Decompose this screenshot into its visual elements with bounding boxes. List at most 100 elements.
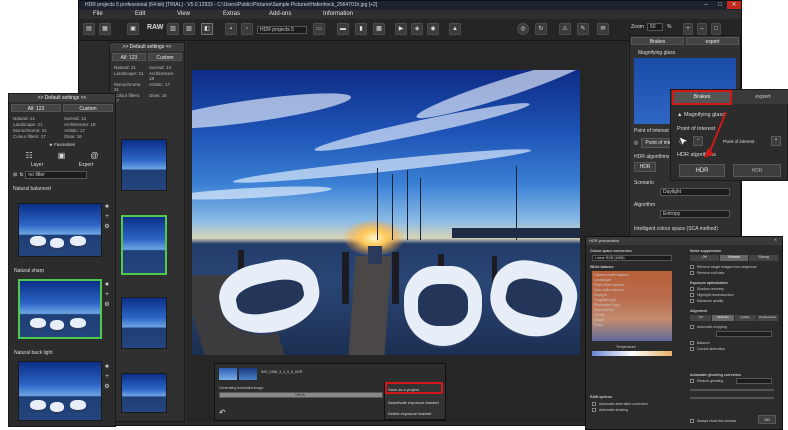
align-tab-off[interactable]: Off [690,315,712,321]
inner-preset-thumb-1[interactable] [121,139,167,191]
ctx-deactivate-bracket[interactable]: Deactivate exposure bracket [388,400,439,405]
open-images-icon[interactable]: ▦ [99,23,111,35]
zoom-out-icon[interactable]: – [697,23,707,35]
cat-colour-filters[interactable]: Colour filters: 17 [13,134,60,139]
cat-natural[interactable]: Natural: 21 [13,116,60,121]
preset-add-icon[interactable]: + [104,214,110,220]
slideshow-icon[interactable]: ▬ [337,23,349,35]
preset-settings-icon[interactable]: ⚙ [104,302,110,308]
raw-check-1[interactable] [592,402,596,406]
ghosting-dropdown[interactable] [736,378,772,384]
single-image-icon[interactable]: ▧ [183,23,195,35]
undo-icon[interactable]: ↶ [219,408,226,417]
inner-cat-glow[interactable]: Glow: 16 [149,93,180,103]
tab-custom[interactable]: Custom [63,104,113,112]
at-icon[interactable]: @ [90,151,98,160]
cat-glow[interactable]: Glow: 16 [64,134,111,139]
favourite-star-icon[interactable]: ★ [104,204,110,210]
check-remove-single[interactable] [690,265,694,269]
menu-edit[interactable]: Edit [135,11,145,17]
inner-preset-thumb-2[interactable] [121,215,167,275]
menu-view[interactable]: View [177,11,190,17]
web-icon[interactable]: ◉ [427,23,439,35]
inner-cat-landscape[interactable]: Landscape: 21 [114,71,145,81]
inner-tab-brakes[interactable]: Brakes [631,37,684,45]
zoom-input[interactable]: 50 [647,23,663,31]
inner-cat-natural[interactable]: Natural: 21 [114,65,145,70]
menu-extras[interactable]: Extras [223,11,240,17]
menu-file[interactable]: File [93,11,103,17]
film-icon[interactable]: ▮ [355,23,367,35]
target-icon[interactable]: ◎ [517,23,529,35]
tab-all[interactable]: All: 123 [11,104,61,112]
preset-add-icon[interactable]: + [104,292,110,298]
colour-space-dropdown[interactable]: Linear RGB (16Bit) [592,255,672,261]
callout-tab-expert[interactable]: expert [741,92,785,103]
raw-check-2[interactable] [592,408,596,412]
cat-landscape[interactable]: Landscape: 21 [13,122,60,127]
inner-cat-architecture[interactable]: Architecture: 18 [149,71,180,81]
wb-item[interactable]: Auto white balance [594,288,624,292]
ghosting-slider[interactable] [690,389,774,391]
check-max-quality[interactable] [690,299,694,303]
inner-tab-custom[interactable]: Custom [148,53,182,61]
align-tab-quality[interactable]: Quality [734,315,756,321]
noise-tab-normal[interactable]: Normal [719,255,749,261]
tools-icon[interactable]: ✎ [577,23,589,35]
expert-button[interactable]: Expert [79,162,93,168]
favourites-label[interactable]: ★ Favourites [9,141,115,149]
align-tab-optimize[interactable]: Optimize [712,315,734,321]
inner-cat-artistic[interactable]: Artistic: 17 [149,82,180,92]
alignment-dropdown[interactable] [716,331,772,337]
raw-button[interactable]: RAW [147,24,163,31]
inner-algorithm-dropdown[interactable]: Entropy [660,210,730,218]
temperature-slider[interactable] [592,351,672,356]
layers-icon[interactable]: ☷ [26,151,33,160]
inner-hdr-algo-1[interactable]: HDR [634,162,656,172]
callout-poi-edit-icon[interactable]: ▪ [771,136,781,146]
wb-item[interactable]: Auto bracket [594,308,614,312]
callout-hdr-algo-1[interactable]: HDR [679,164,725,177]
bracket-thumb[interactable] [219,368,237,380]
wb-item[interactable]: Camera white balance [594,273,629,277]
align-tab-pro[interactable]: Professional [756,315,778,321]
share-icon[interactable]: ◈ [411,23,423,35]
wb-item[interactable]: Landscape [594,278,611,282]
menu-information[interactable]: Information [323,11,353,17]
batch-icon[interactable]: ▥ [167,23,179,35]
grid-icon[interactable]: ▩ [373,23,385,35]
ctx-delete-bracket[interactable]: Delete exposure bracket [388,411,431,416]
project-dropdown[interactable]: HDR projects 5 [257,26,307,34]
open-folder-icon[interactable]: ▤ [83,23,95,35]
check-balance[interactable] [690,341,694,345]
check-shadow[interactable] [690,287,694,291]
rotate-icon[interactable]: ↻ [535,23,547,35]
check-auto-crop[interactable] [690,325,694,329]
play-icon[interactable]: ▶ [395,23,407,35]
maximize-button[interactable]: □ [713,1,727,9]
export-icon[interactable]: ▫ [241,23,253,35]
inner-cat-colour-filters[interactable]: Colour filters: 17 [114,93,145,103]
wb-item[interactable]: Shade [594,318,604,322]
wb-item[interactable]: Daylight [594,293,607,297]
dialog-close-icon[interactable]: ✕ [774,238,777,242]
check-remove-exif[interactable] [690,271,694,275]
favourite-star-icon[interactable]: ★ [104,282,110,288]
preset-settings-icon[interactable]: ⚙ [104,384,110,390]
inner-preset-thumb-3[interactable] [121,297,167,349]
inner-cat-surreal[interactable]: Surreal: 13 [149,65,180,70]
dialog-ok-button[interactable]: OK [758,415,776,424]
minimize-button[interactable]: – [699,1,713,9]
check-highlight[interactable] [690,293,694,297]
inner-target-icon[interactable]: ◎ [634,140,638,146]
wb-item[interactable]: Tungsten light [594,298,616,302]
inner-cat-monochrome[interactable]: Monochrome: 21 [114,82,145,92]
menu-add-ons[interactable]: Add-ons [269,11,291,17]
zoom-in-icon[interactable]: + [683,23,693,35]
favourite-star-icon[interactable]: ★ [104,364,110,370]
cat-surreal[interactable]: Surreal: 13 [64,116,111,121]
print-icon[interactable]: ▭ [313,23,325,35]
check-ghosting[interactable] [690,379,694,383]
cat-architecture[interactable]: Architecture: 18 [64,122,111,127]
noise-tab-strong[interactable]: Strong [749,255,779,261]
